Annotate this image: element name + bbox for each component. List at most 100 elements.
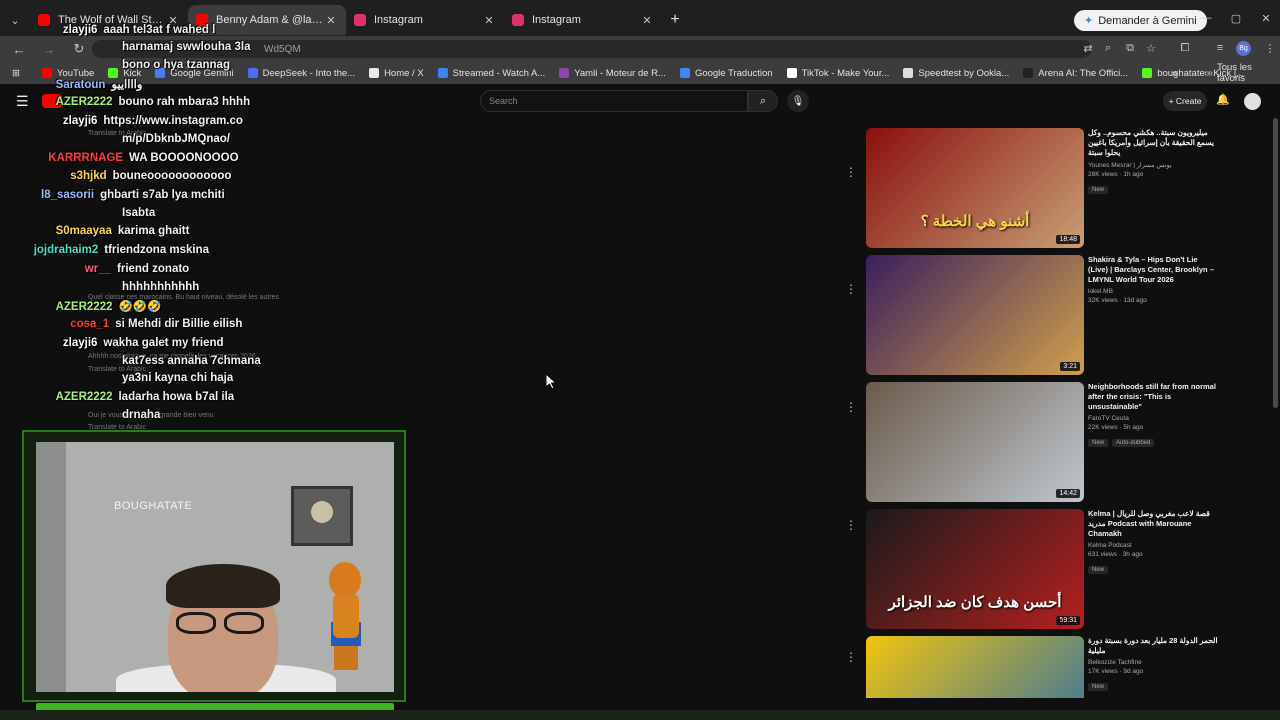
chat-message[interactable]: KARRRNAGE WA BOOOONOOOO (48, 152, 238, 164)
chat-message[interactable]: AZER2222 bouno rah mbara3 hhhh (56, 96, 251, 108)
video-title[interactable]: Neighborhoods still far from normal afte… (1088, 382, 1218, 412)
video-channel[interactable]: lokel.MB (1088, 288, 1218, 295)
browser-tab[interactable]: Instagram ✕ (346, 5, 504, 35)
notifications-bell-icon[interactable]: 🔔 (1216, 93, 1230, 106)
chat-message[interactable]: ya3ni kayna chi haja (122, 372, 233, 384)
media-icon[interactable]: ≡ (1212, 42, 1228, 54)
video-more-icon[interactable]: ⋮ (845, 165, 857, 179)
new-tab-button[interactable]: + (662, 11, 688, 29)
chat-username[interactable]: jojdrahaim2 (34, 244, 99, 256)
chat-username[interactable]: s3hjkd (70, 170, 106, 182)
chat-message[interactable]: S0maayaa karima ghaitt (56, 225, 190, 237)
bookmark-item[interactable]: Home / X (369, 68, 424, 79)
video-title[interactable]: Kelma | قصة لاعب مغربي وصل للريال مدريد … (1088, 509, 1218, 539)
back-button[interactable]: ← (8, 42, 30, 57)
bookmark-item[interactable]: Streamed - Watch A... (437, 68, 545, 79)
recommended-video[interactable]: أحسن هدف كان ضد الجزائر 59:31 Kelma | قصة … (866, 509, 1226, 629)
chat-username[interactable]: S0maayaa (56, 225, 112, 237)
gemini-button[interactable]: ✦ Demander à Gemini (1074, 10, 1207, 31)
chat-username[interactable]: AZER2222 (56, 96, 113, 108)
chat-message[interactable]: zlayji6 https://www.instagram.co (63, 115, 243, 127)
chat-username[interactable]: cosa_1 (70, 318, 109, 330)
video-more-icon[interactable]: ⋮ (845, 282, 857, 296)
video-thumbnail[interactable] (866, 636, 1084, 698)
chat-message[interactable]: cosa_1 si Mehdi dir Billie eilish (70, 318, 242, 330)
video-channel[interactable]: Kelma Podcast (1088, 542, 1218, 549)
chat-message[interactable]: hhhhhhhhhhh (122, 281, 199, 293)
apps-icon[interactable]: ⊞ (12, 68, 20, 79)
video-more-icon[interactable]: ⋮ (845, 518, 857, 532)
bookmark-item[interactable]: Google Traduction (679, 68, 773, 79)
chat-message[interactable]: Saratoun وااااييو (56, 77, 143, 91)
voice-search-icon[interactable]: 🎙 (787, 90, 809, 112)
recommended-video[interactable]: 3:21 Shakira & Tyla – Hips Don't Lie (Liv… (866, 255, 1226, 375)
install-icon[interactable]: ⧉ (1122, 42, 1138, 55)
reload-button[interactable]: ↻ (68, 41, 90, 57)
hamburger-menu-icon[interactable]: ☰ (16, 93, 29, 110)
create-button[interactable]: + Create (1163, 91, 1207, 111)
chat-username[interactable]: zlayji6 (63, 337, 98, 349)
bookmark-item[interactable]: TikTok - Make Your... (786, 68, 889, 79)
video-more-icon[interactable]: ⋮ (845, 400, 857, 414)
browser-tab[interactable]: Instagram ✕ (504, 5, 662, 35)
extensions-icon[interactable]: ⧠ (1177, 42, 1193, 55)
chat-message[interactable]: bono o hya tzannag (122, 59, 230, 71)
chat-message[interactable]: l8_sasorii ghbarti s7ab lya mchiti (41, 189, 225, 201)
chat-message[interactable]: AZER2222 ladarha howa b7al ila (56, 391, 235, 403)
chat-message[interactable]: AZER2222 🤣🤣🤣 (56, 299, 162, 313)
tab-search-icon[interactable]: ⌄ (0, 5, 30, 35)
chat-username[interactable]: zlayji6 (63, 115, 98, 127)
video-channel[interactable]: Belkozize Tachfine (1088, 659, 1218, 666)
recommended-video[interactable]: الحمر الدولة 28 مليار بعد دورة بسبتة دور… (866, 636, 1226, 698)
video-title[interactable]: Shakira & Tyla – Hips Don't Lie (Live) |… (1088, 255, 1218, 285)
chat-message[interactable]: zlayji6 aaah tel3at f wahed l (63, 24, 215, 36)
chat-message[interactable]: harnamaj swwlouha 3la (122, 41, 250, 53)
video-thumbnail[interactable]: أشنو هي الخطة ؟ 18:48 (866, 128, 1084, 248)
chat-username[interactable]: KARRRNAGE (48, 152, 123, 164)
search-input[interactable]: Search (480, 90, 748, 112)
chat-message[interactable]: drnaha (122, 409, 160, 421)
recommended-video[interactable]: أشنو هي الخطة ؟ 18:48 ميليرويون سبتة.. هكش… (866, 128, 1226, 248)
chat-message[interactable]: m/p/DbknbJMQnao/ (122, 133, 230, 145)
chat-message[interactable]: Isabta (122, 207, 155, 219)
chat-message[interactable]: zlayji6 wakha galet my friend (63, 337, 224, 349)
chat-username[interactable]: l8_sasorii (41, 189, 94, 201)
video-channel[interactable]: FaroTV Ceuta (1088, 415, 1218, 422)
video-thumbnail[interactable]: 14:42 (866, 382, 1084, 502)
chat-username[interactable]: wr__ (85, 263, 111, 275)
chat-message[interactable]: s3hjkd bouneoooooooooooo (70, 170, 231, 182)
chat-message[interactable]: wr__ friend zonato (85, 263, 189, 275)
bookmark-item[interactable]: Yamli - Moteur de R... (559, 68, 666, 79)
video-more-icon[interactable]: ⋮ (845, 650, 857, 664)
profile-avatar[interactable]: Bg (1236, 41, 1251, 56)
video-thumbnail[interactable]: أحسن هدف كان ضد الجزائر 59:31 (866, 509, 1084, 629)
close-icon[interactable]: ✕ (482, 14, 496, 27)
maximize-button[interactable]: ▢ (1226, 12, 1246, 25)
close-icon[interactable]: ✕ (640, 14, 654, 27)
video-thumbnail[interactable]: 3:21 (866, 255, 1084, 375)
chat-message[interactable]: kat7ess annaha 7chmana (122, 355, 261, 367)
account-avatar[interactable] (1244, 93, 1261, 110)
recommended-video[interactable]: 14:42 Neighborhoods still far from normal… (866, 382, 1226, 502)
video-channel[interactable]: Younes Mesrar | يونس مسرار (1088, 161, 1218, 169)
chat-message[interactable]: jojdrahaim2 tfriendzona mskina (34, 244, 209, 256)
window-close-button[interactable]: ✕ (1256, 12, 1276, 25)
forward-button[interactable]: → (38, 42, 60, 57)
all-bookmarks[interactable]: ▭ Tous les favoris (1204, 62, 1280, 84)
browser-menu-icon[interactable]: ⋮ (1262, 42, 1278, 55)
chat-username[interactable]: zlayji6 (63, 24, 98, 36)
page-scrollbar[interactable] (1273, 118, 1278, 408)
zoom-icon[interactable]: ⌕ (1100, 42, 1116, 55)
close-icon[interactable]: ✕ (324, 14, 338, 27)
search-button[interactable]: ⌕ (748, 90, 778, 112)
chat-username[interactable]: Saratoun (56, 79, 106, 91)
chat-username[interactable]: AZER2222 (56, 301, 113, 313)
more-bookmarks-icon[interactable]: » (1172, 68, 1177, 79)
bookmark-star-icon[interactable]: ☆ (1143, 42, 1159, 55)
translate-icon[interactable]: ⇄ (1080, 42, 1096, 55)
chat-username[interactable]: AZER2222 (56, 391, 113, 403)
bookmark-item[interactable]: Speedtest by Ookla... (903, 68, 1009, 79)
video-title[interactable]: ميليرويون سبتة.. هكشي محسوم.. وكل يسمع ا… (1088, 128, 1218, 158)
minimize-button[interactable]: — (1196, 12, 1216, 24)
video-title[interactable]: الحمر الدولة 28 مليار بعد دورة بسبتة دور… (1088, 636, 1218, 656)
